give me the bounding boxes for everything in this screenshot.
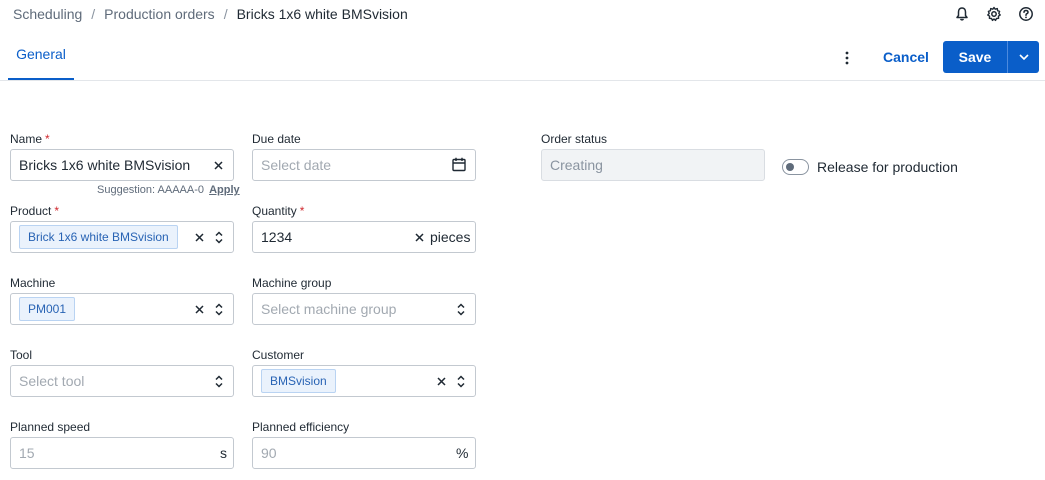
- select-chevron-icon[interactable]: [454, 300, 468, 318]
- name-suggestion: Suggestion: AAAAA-0 Apply: [97, 184, 240, 196]
- top-bar: Scheduling / Production orders / Bricks 1x6 …: [0, 0, 1045, 28]
- clear-icon[interactable]: [434, 374, 448, 388]
- machine-chip: PM001: [19, 297, 76, 321]
- tool-select[interactable]: Select tool: [10, 365, 234, 397]
- machine-group-label: Machine group: [252, 276, 332, 290]
- planned-speed-label: Planned speed: [10, 420, 91, 434]
- due-date-field[interactable]: Select date: [252, 149, 476, 181]
- order-status-field: Creating: [541, 149, 765, 181]
- calendar-icon[interactable]: [452, 157, 468, 173]
- breadcrumb-item-production-orders[interactable]: Production orders: [104, 6, 215, 22]
- help-icon[interactable]: [1015, 3, 1037, 25]
- tab-general[interactable]: General: [8, 28, 74, 80]
- order-status-label: Order status: [541, 132, 608, 146]
- bell-icon[interactable]: [951, 3, 973, 25]
- required-marker: *: [299, 204, 305, 218]
- gear-icon[interactable]: [983, 3, 1005, 25]
- breadcrumb-separator: /: [91, 6, 96, 22]
- tool-label: Tool: [10, 348, 33, 362]
- save-button-group: Save: [943, 41, 1039, 73]
- tab-bar: General Cancel Save: [0, 28, 1045, 81]
- product-select[interactable]: Brick 1x6 white BMSvision: [10, 221, 234, 253]
- customer-chip: BMSvision: [261, 369, 336, 393]
- name-value: Bricks 1x6 white BMSvision: [19, 157, 191, 173]
- due-date-placeholder: Select date: [261, 157, 332, 173]
- name-field[interactable]: Bricks 1x6 white BMSvision: [10, 149, 234, 181]
- planned-efficiency-placeholder: 90: [261, 445, 277, 461]
- select-chevron-icon[interactable]: [212, 372, 226, 390]
- release-toggle[interactable]: [782, 159, 809, 175]
- planned-efficiency-unit: %: [456, 445, 469, 461]
- machine-select[interactable]: PM001: [10, 293, 234, 325]
- breadcrumb-item-scheduling[interactable]: Scheduling: [13, 6, 82, 22]
- product-chip: Brick 1x6 white BMSvision: [19, 225, 178, 249]
- required-marker: *: [45, 132, 50, 146]
- planned-speed-unit: s: [220, 445, 227, 461]
- clear-icon[interactable]: [192, 302, 206, 316]
- tool-placeholder: Select tool: [19, 373, 85, 389]
- breadcrumb-current: Bricks 1x6 white BMSvision: [236, 6, 408, 22]
- name-label: Name *: [10, 132, 50, 146]
- chevron-down-icon: [1018, 54, 1029, 60]
- select-chevron-icon[interactable]: [454, 372, 468, 390]
- planned-efficiency-label: Planned efficiency: [252, 420, 350, 434]
- select-chevron-icon[interactable]: [212, 228, 226, 246]
- customer-label: Customer: [252, 348, 305, 362]
- quantity-label: Quantity *: [252, 204, 305, 218]
- release-toggle-label: Release for production: [817, 159, 958, 175]
- clear-icon[interactable]: [211, 158, 225, 172]
- planned-speed-placeholder: 15: [19, 445, 35, 461]
- cancel-button[interactable]: Cancel: [873, 41, 939, 73]
- quantity-field[interactable]: 1234 pieces: [252, 221, 476, 253]
- machine-group-select[interactable]: Select machine group: [252, 293, 476, 325]
- clear-icon[interactable]: [412, 230, 426, 244]
- machine-group-placeholder: Select machine group: [261, 301, 397, 317]
- toggle-knob: [786, 163, 794, 171]
- quantity-unit: pieces: [430, 229, 471, 245]
- customer-select[interactable]: BMSvision: [252, 365, 476, 397]
- order-status-value: Creating: [550, 157, 603, 173]
- clear-icon[interactable]: [192, 230, 206, 244]
- planned-speed-field[interactable]: 15 s: [10, 437, 234, 469]
- quantity-value: 1234: [261, 229, 293, 245]
- required-marker: *: [54, 204, 60, 218]
- product-label: Product *: [10, 204, 60, 218]
- planned-efficiency-field[interactable]: 90 %: [252, 437, 476, 469]
- breadcrumb: Scheduling / Production orders / Bricks 1x6 …: [13, 6, 408, 22]
- due-date-label: Due date: [252, 132, 301, 146]
- save-dropdown-button[interactable]: [1007, 41, 1039, 73]
- machine-label: Machine: [10, 276, 56, 290]
- save-button[interactable]: Save: [943, 41, 1007, 73]
- breadcrumb-separator: /: [223, 6, 228, 22]
- apply-suggestion-link[interactable]: Apply: [209, 184, 240, 196]
- select-chevron-icon[interactable]: [212, 300, 226, 318]
- more-options-icon[interactable]: [836, 48, 858, 68]
- header-icons: [951, 3, 1037, 25]
